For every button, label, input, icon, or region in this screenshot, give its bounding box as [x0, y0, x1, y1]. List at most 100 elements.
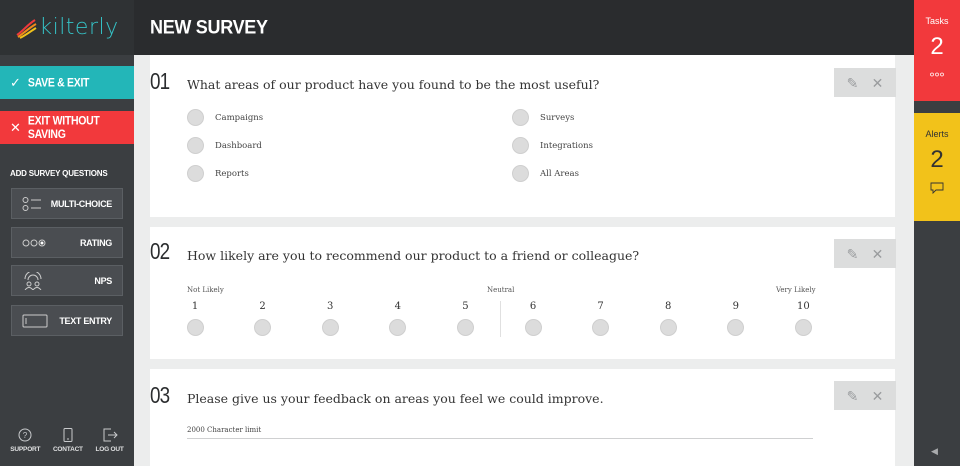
delete-x-icon[interactable]: ✕ [872, 247, 884, 261]
svg-text:?: ? [23, 431, 28, 440]
edit-pencil-icon[interactable]: ✎ [847, 389, 859, 403]
scale-number: 9 [732, 301, 739, 312]
chat-bubble-icon [914, 182, 960, 196]
scale-number: 6 [529, 301, 537, 312]
scale-radio-10[interactable] [794, 319, 812, 336]
scale-radio-4[interactable] [389, 319, 407, 336]
add-text-entry-button[interactable]: TEXT ENTRY [11, 305, 123, 336]
scale-number: 10 [797, 301, 810, 312]
option-label: Dashboard [215, 140, 262, 151]
save-exit-button[interactable]: ✓ SAVE & EXIT [0, 66, 134, 99]
scale-number: 1 [191, 301, 199, 312]
contact-label: CONTACT [52, 445, 83, 453]
question-number: 02 [150, 238, 170, 264]
radio-button[interactable] [512, 165, 529, 182]
scale-number: 4 [394, 301, 401, 312]
check-icon: ✓ [10, 75, 21, 90]
scale-radio-2[interactable] [254, 319, 272, 336]
option-campaigns[interactable]: Campaigns [187, 109, 263, 126]
question-tools: ✎ ✕ [834, 239, 896, 268]
logo-text: kilterly [39, 15, 119, 40]
character-limit-label: 2000 Character limit [187, 426, 262, 434]
option-label: All Areas [540, 168, 579, 179]
feedback-text-input[interactable] [187, 438, 813, 439]
right-panel: Tasks 2 Alerts 2 ◀ [914, 0, 960, 466]
logo[interactable]: kilterly [0, 0, 134, 55]
alerts-count: 2 [930, 146, 944, 173]
option-label: Integrations [540, 140, 593, 151]
scale-mid-label: Neutral [487, 286, 515, 294]
question-text: Please give us your feedback on areas yo… [187, 391, 604, 406]
multi-choice-label: MULTI-CHOICE [50, 198, 113, 209]
text-entry-label: TEXT ENTRY [59, 315, 112, 326]
neutral-divider [500, 301, 501, 337]
contact-button[interactable]: CONTACT [53, 414, 83, 466]
sidebar: kilterly ✓ SAVE & EXIT ✕ EXIT WITHOUT SA… [0, 0, 134, 466]
radio-button[interactable] [187, 165, 204, 182]
exit-without-saving-button[interactable]: ✕ EXIT WITHOUT SAVING [0, 111, 134, 144]
nps-label: NPS [94, 275, 112, 286]
text-entry-icon [22, 314, 48, 327]
question-number: 01 [150, 68, 170, 94]
top-header: NEW SURVEY [134, 0, 914, 55]
scale-high-label: Very Likely [776, 286, 816, 294]
nps-icon [24, 271, 42, 290]
radio-button[interactable] [512, 137, 529, 154]
question-card-2: 02 How likely are you to recommend our p… [150, 227, 896, 359]
option-label: Campaigns [215, 112, 264, 123]
logout-button[interactable]: LOG OUT [95, 414, 124, 466]
delete-x-icon[interactable]: ✕ [872, 389, 884, 403]
option-reports[interactable]: Reports [187, 165, 249, 182]
alerts-widget[interactable]: Alerts 2 [914, 113, 960, 221]
add-nps-button[interactable]: NPS [11, 265, 123, 296]
radio-button[interactable] [512, 109, 529, 126]
option-label: Surveys [540, 112, 575, 123]
phone-icon [63, 427, 73, 442]
delete-x-icon[interactable]: ✕ [872, 76, 884, 90]
sidebar-footer: ? SUPPORT CONTACT LOG OUT [0, 414, 134, 466]
question-tools: ✎ ✕ [834, 68, 896, 97]
radio-button[interactable] [187, 109, 204, 126]
edit-pencil-icon[interactable]: ✎ [847, 247, 859, 261]
question-card-1: 01 What areas of our product have you fo… [150, 55, 896, 217]
scale-radio-1[interactable] [186, 319, 204, 336]
add-multi-choice-button[interactable]: MULTI-CHOICE [11, 188, 123, 219]
edit-pencil-icon[interactable]: ✎ [847, 76, 859, 90]
option-all-areas[interactable]: All Areas [512, 165, 579, 182]
question-card-3: 03 Please give us your feedback on areas… [150, 369, 896, 466]
radio-button[interactable] [187, 137, 204, 154]
scale-number: 8 [665, 301, 672, 312]
option-surveys[interactable]: Surveys [512, 109, 574, 126]
multi-choice-icon [22, 196, 41, 211]
scale-radio-7[interactable] [592, 319, 610, 336]
question-tools: ✎ ✕ [834, 381, 896, 410]
scale-low-label: Not Likely [187, 286, 224, 294]
logout-icon [103, 428, 118, 441]
rating-label: RATING [79, 237, 112, 248]
option-dashboard[interactable]: Dashboard [187, 137, 262, 154]
logout-label: LOG OUT [95, 445, 124, 453]
collapse-arrow-icon[interactable]: ◀ [931, 446, 938, 457]
exit-without-saving-label: EXIT WITHOUT SAVING [27, 114, 100, 141]
scale-radio-6[interactable] [524, 319, 542, 336]
add-questions-heading: ADD SURVEY QUESTIONS [10, 169, 108, 178]
logo-swoosh-icon [16, 18, 37, 39]
support-button[interactable]: ? SUPPORT [10, 414, 41, 466]
scale-number: 5 [462, 301, 469, 312]
tasks-widget[interactable]: Tasks 2 [914, 0, 960, 101]
tasks-count: 2 [930, 33, 944, 60]
scale-radio-3[interactable] [321, 319, 339, 336]
scale-radio-5[interactable] [456, 319, 474, 336]
question-number: 03 [150, 382, 170, 408]
add-rating-button[interactable]: RATING [11, 227, 123, 258]
option-label: Reports [215, 168, 249, 179]
tasks-dots-icon [914, 69, 960, 79]
option-integrations[interactable]: Integrations [512, 137, 593, 154]
scale-number: 2 [259, 301, 266, 312]
scale-radio-9[interactable] [727, 319, 745, 336]
scale-number: 7 [597, 301, 604, 312]
page-title: NEW SURVEY [150, 15, 268, 38]
close-icon: ✕ [10, 120, 21, 135]
alerts-label: Alerts [925, 129, 949, 139]
scale-radio-8[interactable] [659, 319, 677, 336]
